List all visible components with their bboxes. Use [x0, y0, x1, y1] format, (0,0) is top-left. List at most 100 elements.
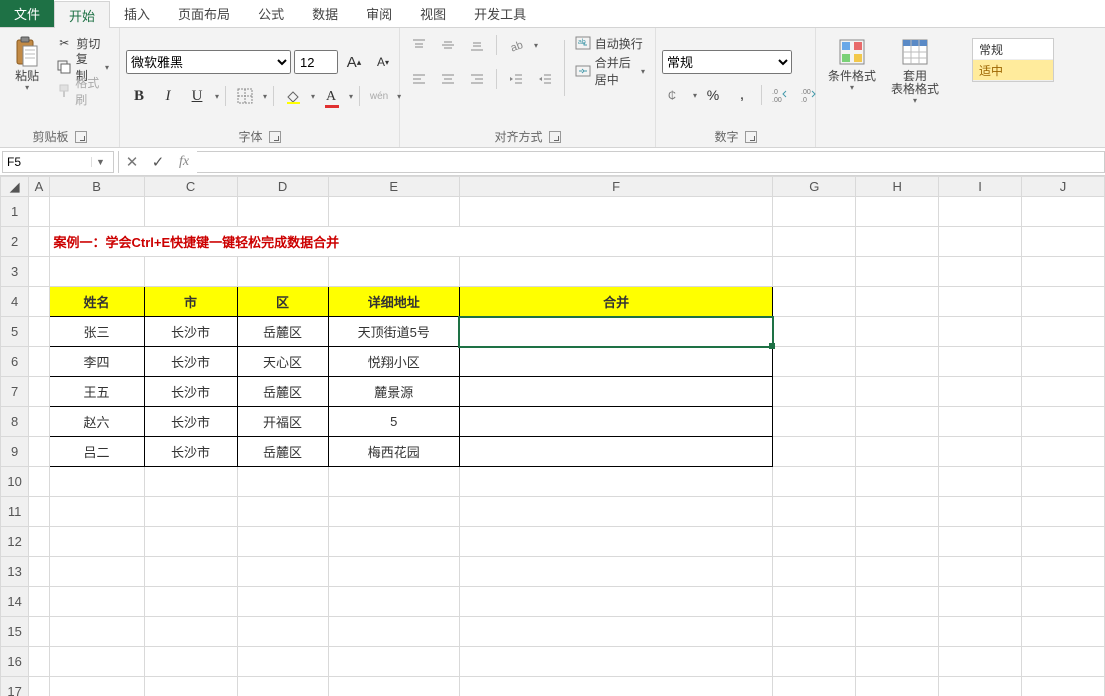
increase-indent-button[interactable] — [532, 66, 558, 92]
cell[interactable]: 开福区 — [237, 407, 328, 437]
align-center-button[interactable] — [435, 66, 461, 92]
active-cell[interactable] — [459, 317, 772, 347]
row-header[interactable]: 4 — [1, 287, 29, 317]
cell[interactable]: 5 — [328, 407, 459, 437]
table-header[interactable]: 详细地址 — [328, 287, 459, 317]
col-header[interactable]: B — [49, 177, 144, 197]
table-header[interactable]: 市 — [144, 287, 237, 317]
decrease-font-button[interactable]: A▾ — [370, 49, 396, 75]
cell[interactable]: 吕二 — [49, 437, 144, 467]
col-header[interactable]: C — [144, 177, 237, 197]
align-right-button[interactable] — [464, 66, 490, 92]
name-box-input[interactable] — [3, 155, 91, 169]
row-header[interactable]: 13 — [1, 557, 29, 587]
col-header[interactable]: I — [939, 177, 1022, 197]
cell[interactable]: 张三 — [49, 317, 144, 347]
italic-button[interactable]: I — [155, 83, 181, 109]
col-header[interactable]: A — [29, 177, 49, 197]
orientation-button[interactable]: ab — [503, 32, 529, 58]
cell-styles-gallery[interactable]: 常规 适中 — [972, 38, 1054, 82]
select-all-corner[interactable]: ◢ — [1, 177, 29, 197]
format-as-table-button[interactable]: 套用 表格格式▾ — [882, 32, 948, 109]
cell[interactable]: 赵六 — [49, 407, 144, 437]
borders-button[interactable] — [232, 83, 258, 109]
cell[interactable] — [459, 377, 772, 407]
insert-function-button[interactable]: fx — [171, 151, 197, 173]
row-header[interactable]: 17 — [1, 677, 29, 696]
name-box[interactable]: ▼ — [2, 151, 114, 173]
col-header[interactable]: E — [328, 177, 459, 197]
row-header[interactable]: 5 — [1, 317, 29, 347]
cell[interactable]: 梅西花园 — [328, 437, 459, 467]
row-header[interactable]: 16 — [1, 647, 29, 677]
number-launcher[interactable] — [745, 131, 757, 143]
increase-decimal-button[interactable]: .0.00 — [768, 82, 794, 108]
align-top-button[interactable] — [406, 32, 432, 58]
font-size-input[interactable] — [294, 50, 338, 74]
cell[interactable]: 长沙市 — [144, 347, 237, 377]
conditional-format-button[interactable]: 条件格式▾ — [822, 32, 882, 96]
tab-page-layout[interactable]: 页面布局 — [164, 0, 244, 27]
accounting-format-button[interactable]: ₵ — [662, 82, 688, 108]
table-header[interactable]: 区 — [237, 287, 328, 317]
cell[interactable]: 天顶街道5号 — [328, 317, 459, 347]
cell[interactable]: 岳麓区 — [237, 377, 328, 407]
col-header[interactable]: F — [459, 177, 772, 197]
cell[interactable]: 麓景源 — [328, 377, 459, 407]
row-header[interactable]: 15 — [1, 617, 29, 647]
confirm-formula-button[interactable]: ✓ — [145, 151, 171, 173]
alignment-launcher[interactable] — [549, 131, 561, 143]
align-left-button[interactable] — [406, 66, 432, 92]
cancel-formula-button[interactable]: ✕ — [119, 151, 145, 173]
tab-file[interactable]: 文件 — [0, 0, 54, 27]
cell[interactable]: 岳麓区 — [237, 437, 328, 467]
increase-font-button[interactable]: A▴ — [341, 49, 367, 75]
cell[interactable]: 悦翔小区 — [328, 347, 459, 377]
cell[interactable]: 岳麓区 — [237, 317, 328, 347]
merge-center-button[interactable]: 合并后居中▾ — [571, 60, 649, 82]
formula-input[interactable] — [197, 151, 1105, 173]
style-normal[interactable]: 常规 — [973, 39, 1053, 60]
phonetic-button[interactable]: wén — [366, 83, 392, 109]
row-header[interactable]: 7 — [1, 377, 29, 407]
decrease-indent-button[interactable] — [503, 66, 529, 92]
cell[interactable] — [459, 347, 772, 377]
row-header[interactable]: 11 — [1, 497, 29, 527]
name-box-dropdown[interactable]: ▼ — [91, 157, 109, 167]
comma-button[interactable]: , — [729, 82, 755, 108]
tab-review[interactable]: 审阅 — [352, 0, 406, 27]
clipboard-launcher[interactable] — [75, 131, 87, 143]
cell[interactable]: 长沙市 — [144, 407, 237, 437]
tab-formulas[interactable]: 公式 — [244, 0, 298, 27]
wrap-text-button[interactable]: ab 自动换行 — [571, 32, 649, 54]
tab-data[interactable]: 数据 — [298, 0, 352, 27]
cell[interactable]: 王五 — [49, 377, 144, 407]
row-header[interactable]: 12 — [1, 527, 29, 557]
row-header[interactable]: 14 — [1, 587, 29, 617]
tab-developer[interactable]: 开发工具 — [460, 0, 540, 27]
row-header[interactable]: 6 — [1, 347, 29, 377]
spreadsheet-grid[interactable]: ◢ A B C D E F G H I J 1 2 案例一：学会Ctrl+E快捷… — [0, 176, 1105, 696]
col-header[interactable]: D — [237, 177, 328, 197]
cell[interactable]: 天心区 — [237, 347, 328, 377]
align-middle-button[interactable] — [435, 32, 461, 58]
format-painter-button[interactable]: 格式刷 — [52, 80, 113, 102]
row-header[interactable]: 9 — [1, 437, 29, 467]
cell[interactable] — [459, 407, 772, 437]
style-neutral[interactable]: 适中 — [973, 60, 1053, 81]
tab-view[interactable]: 视图 — [406, 0, 460, 27]
table-header[interactable]: 姓名 — [49, 287, 144, 317]
percent-button[interactable]: % — [700, 82, 726, 108]
cell[interactable]: 长沙市 — [144, 377, 237, 407]
tab-insert[interactable]: 插入 — [110, 0, 164, 27]
cell[interactable]: 长沙市 — [144, 317, 237, 347]
row-header[interactable]: 3 — [1, 257, 29, 287]
col-header[interactable]: J — [1022, 177, 1105, 197]
font-name-select[interactable]: 微软雅黑 — [126, 50, 291, 74]
tab-home[interactable]: 开始 — [54, 1, 110, 28]
row-header[interactable]: 8 — [1, 407, 29, 437]
paste-button[interactable]: 粘贴 ▾ — [6, 32, 48, 96]
fill-color-button[interactable] — [280, 83, 306, 109]
cell[interactable] — [459, 437, 772, 467]
bold-button[interactable]: B — [126, 83, 152, 109]
